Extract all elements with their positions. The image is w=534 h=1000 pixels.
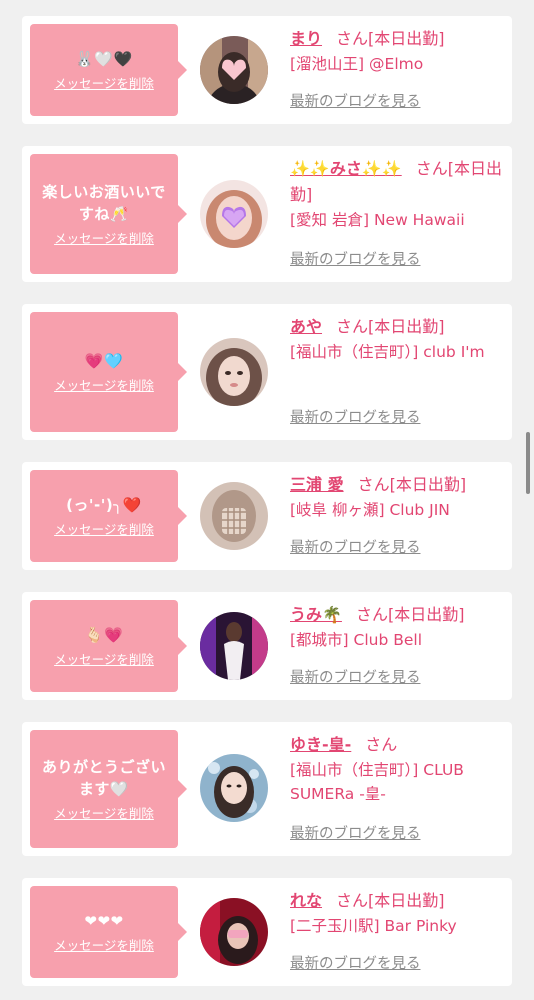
status-badge: [本日出勤] (387, 605, 465, 624)
message-text: 💗🩵 (84, 352, 124, 370)
cast-name-link[interactable]: れな (290, 891, 322, 910)
avatar[interactable] (200, 36, 268, 104)
cast-name-link[interactable]: まり (290, 29, 322, 48)
message-text: ❤❤❤ (84, 912, 124, 930)
cast-info: まり さん[本日出勤] [溜池山王] @Elmo 最新のブログを見る (290, 26, 502, 110)
name-line: ✨✨みさ✨✨ さん[本日出勤] (290, 156, 502, 208)
cast-info: れな さん[本日出勤] [二子玉川駅] Bar Pinky 最新のブログを見る (290, 888, 502, 972)
message-card: ありがとうございます🤍 メッセージを削除 ゆき-皇- さん [福山市（住吉町）] … (22, 722, 512, 856)
shop-info: [溜池山王] @Elmo (290, 55, 424, 73)
latest-blog-link[interactable]: 最新のブログを見る (290, 824, 421, 844)
cast-name-link[interactable]: ゆき-皇- (290, 735, 351, 754)
message-bubble: ❤❤❤ メッセージを削除 (30, 886, 187, 978)
message-text: 🐰🤍🖤 (75, 50, 133, 68)
name-line: うみ🌴 さん[本日出勤] (290, 602, 502, 628)
delete-message-link[interactable]: メッセージを削除 (54, 938, 154, 954)
message-card: ❤❤❤ メッセージを削除 れな さん[本日出勤] [二子玉川駅] Bar Pink… (22, 878, 512, 986)
shop-info: [二子玉川駅] Bar Pinky (290, 917, 457, 935)
honorific: さん (365, 735, 398, 754)
cast-info: うみ🌴 さん[本日出勤] [都城市] Club Bell 最新のブログを見る (290, 602, 502, 686)
cast-name-link[interactable]: 三浦 愛 (290, 475, 344, 494)
message-text: 🫰🏻💗 (84, 626, 124, 644)
shop-info: [福山市（住吉町）] CLUB SUMERa -皇- (290, 761, 464, 803)
delete-message-link[interactable]: メッセージを削除 (54, 652, 154, 668)
message-card: 🫰🏻💗 メッセージを削除 うみ🌴 さん[本日出勤] [都城市] Club Bell… (22, 592, 512, 700)
message-text: (っ'-')╮❤️ (66, 496, 142, 514)
message-card: 💗🩵 メッセージを削除 あや さん[本日出勤] [福山市（住吉町）] club I… (22, 304, 512, 440)
honorific: さん (336, 29, 369, 48)
message-text: ありがとうございます🤍 (41, 758, 166, 798)
name-line: まり さん[本日出勤] (290, 26, 502, 52)
status-badge: [本日出勤] (368, 891, 445, 910)
cast-info: 三浦 愛さん[本日出勤] [岐阜 柳ヶ瀬] Club JIN 最新のブログを見る (290, 472, 502, 556)
honorific: さん (415, 159, 448, 178)
avatar[interactable] (200, 338, 268, 406)
message-card: 楽しいお酒いいですね🥂 メッセージを削除 ✨✨みさ✨✨ さん[本日出勤] [愛知 … (22, 146, 512, 282)
honorific: さん (336, 317, 369, 336)
name-line: れな さん[本日出勤] (290, 888, 502, 914)
honorific: さん (336, 891, 369, 910)
message-bubble: 楽しいお酒いいですね🥂 メッセージを削除 (30, 154, 187, 274)
latest-blog-link[interactable]: 最新のブログを見る (290, 92, 421, 112)
shop-info: [都城市] Club Bell (290, 631, 423, 649)
cast-name-link[interactable]: あや (290, 317, 322, 336)
delete-message-link[interactable]: メッセージを削除 (54, 231, 154, 247)
delete-message-link[interactable]: メッセージを削除 (54, 76, 154, 92)
message-card: 🐰🤍🖤 メッセージを削除 まり さん[本日出勤] [溜池山王] @Elmo 最新の… (22, 16, 512, 124)
shop-info: [福山市（住吉町）] club I'm (290, 343, 485, 361)
latest-blog-link[interactable]: 最新のブログを見る (290, 408, 421, 428)
avatar[interactable] (200, 898, 268, 966)
shop-info: [愛知 岩倉] New Hawaii (290, 211, 465, 229)
delete-message-link[interactable]: メッセージを削除 (54, 378, 154, 394)
shop-info: [岐阜 柳ヶ瀬] Club JIN (290, 501, 450, 519)
message-bubble: 💗🩵 メッセージを削除 (30, 312, 187, 432)
message-bubble: (っ'-')╮❤️ メッセージを削除 (30, 470, 187, 562)
name-line: あや さん[本日出勤] (290, 314, 502, 340)
cast-info: ✨✨みさ✨✨ さん[本日出勤] [愛知 岩倉] New Hawaii 最新のブログ… (290, 156, 502, 268)
message-bubble: ありがとうございます🤍 メッセージを削除 (30, 730, 187, 848)
avatar[interactable] (200, 754, 268, 822)
avatar[interactable] (200, 482, 268, 550)
name-line: ゆき-皇- さん (290, 732, 502, 758)
cast-info: ゆき-皇- さん [福山市（住吉町）] CLUB SUMERa -皇- 最新のブロ… (290, 732, 502, 842)
latest-blog-link[interactable]: 最新のブログを見る (290, 954, 421, 974)
honorific: さん (355, 605, 388, 624)
cast-info: あや さん[本日出勤] [福山市（住吉町）] club I'm 最新のブログを見る (290, 314, 502, 426)
name-line: 三浦 愛さん[本日出勤] (290, 472, 502, 498)
message-card: (っ'-')╮❤️ メッセージを削除 三浦 愛さん[本日出勤] [岐阜 柳ヶ瀬]… (22, 462, 512, 570)
avatar[interactable] (200, 612, 268, 680)
cast-name-link[interactable]: ✨✨みさ✨✨ (290, 159, 402, 178)
latest-blog-link[interactable]: 最新のブログを見る (290, 250, 421, 270)
latest-blog-link[interactable]: 最新のブログを見る (290, 538, 421, 558)
message-bubble: 🫰🏻💗 メッセージを削除 (30, 600, 187, 692)
status-badge: [本日出勤] (368, 317, 445, 336)
delete-message-link[interactable]: メッセージを削除 (54, 806, 154, 822)
avatar[interactable] (200, 180, 268, 248)
status-badge: [本日出勤] (389, 475, 467, 494)
cast-name-link[interactable]: うみ🌴 (290, 605, 342, 624)
message-text: 楽しいお酒いいですね🥂 (42, 183, 166, 223)
scrollbar[interactable] (526, 432, 530, 494)
message-bubble: 🐰🤍🖤 メッセージを削除 (30, 24, 187, 116)
honorific: さん (357, 475, 390, 494)
latest-blog-link[interactable]: 最新のブログを見る (290, 668, 421, 688)
status-badge: [本日出勤] (368, 29, 445, 48)
delete-message-link[interactable]: メッセージを削除 (54, 522, 154, 538)
